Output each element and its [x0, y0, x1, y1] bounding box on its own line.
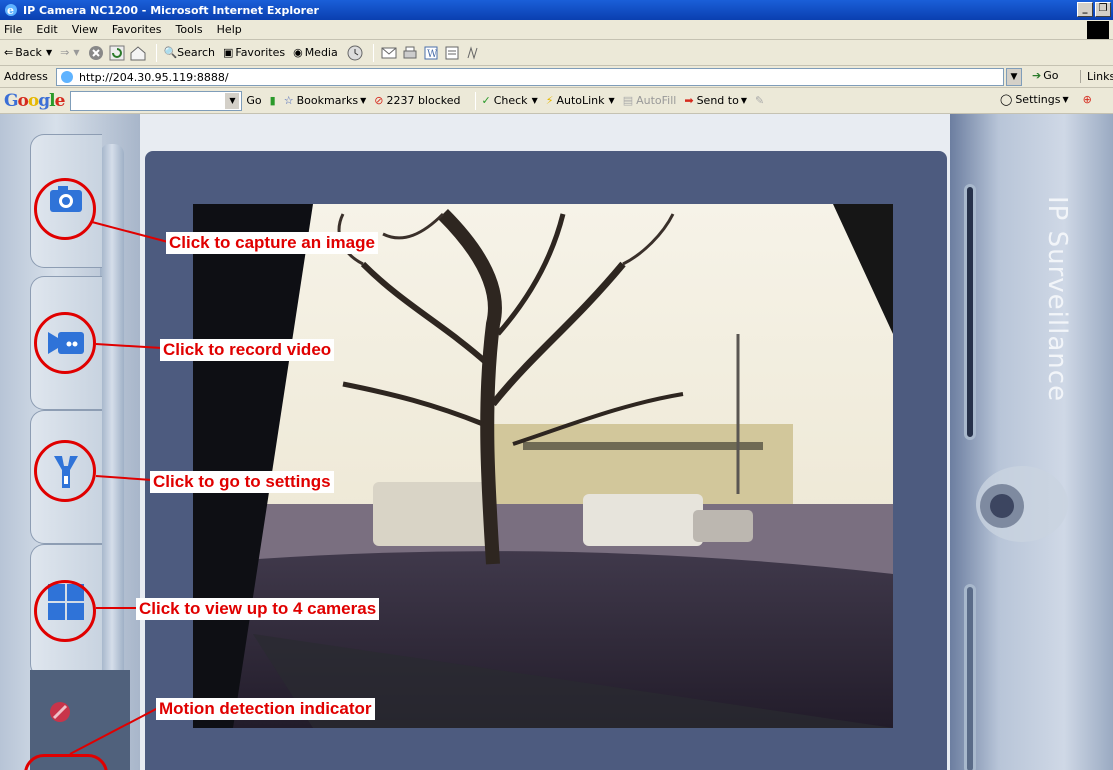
window-title: IP Camera NC1200 - Microsoft Internet Ex…: [23, 3, 319, 17]
autolink-label: AutoLink: [556, 94, 605, 107]
search-button[interactable]: 🔍 Search: [163, 46, 215, 59]
settings-button[interactable]: ◯ Settings ▼ ⊕: [1000, 93, 1092, 106]
autofill-icon: ▤: [622, 94, 634, 107]
pagerank-icon: ▮: [269, 94, 276, 107]
autolink-button[interactable]: ⚡ AutoLink ▼: [546, 94, 615, 107]
camera-web-app: IP Surveillance Click to capture an imag…: [0, 114, 1113, 770]
forward-button[interactable]: ⇒ ▼: [60, 46, 79, 59]
messenger-icon[interactable]: [464, 44, 482, 62]
home-icon[interactable]: [129, 44, 147, 62]
annotation-view4: Click to view up to 4 cameras: [136, 598, 380, 620]
autofill-label: AutoFill: [636, 94, 677, 107]
word-icon[interactable]: W: [422, 44, 440, 62]
history-icon[interactable]: [346, 44, 364, 62]
address-field[interactable]: http://204.30.95.119:8888/: [56, 68, 1004, 86]
back-label: Back: [15, 46, 42, 59]
autofill-button[interactable]: ▤ AutoFill: [623, 94, 677, 107]
ie-icon: e: [5, 4, 17, 17]
google-logo[interactable]: Google: [4, 91, 65, 111]
go-label: Go: [1043, 69, 1059, 82]
search-icon: 🔍: [163, 46, 178, 59]
standard-toolbar: ⇐ Back ▼ ⇒ ▼ 🔍 Search ▣ Favorites ◉ Media W: [0, 40, 1113, 66]
blocker-icon: ⊘: [374, 94, 384, 107]
address-url: http://204.30.95.119:8888/: [79, 70, 229, 84]
media-label: Media: [304, 46, 338, 59]
back-arrow-icon: ⇐: [4, 46, 14, 59]
camera-graphic-icon: [976, 466, 1068, 542]
check-label: Check: [493, 94, 528, 107]
stop-icon[interactable]: [87, 44, 105, 62]
right-slot-lower: [964, 584, 976, 770]
annotation-record: Click to record video: [160, 339, 335, 361]
restore-button[interactable]: ❐: [1095, 2, 1111, 17]
settings-icon: ◯: [1000, 93, 1013, 106]
spell-check-button[interactable]: ✓ Check ▼: [482, 94, 538, 107]
right-slot: [964, 184, 976, 440]
refresh-icon[interactable]: [108, 44, 126, 62]
window-title-bar: e IP Camera NC1200 - Microsoft Internet …: [0, 0, 1113, 20]
google-search-field[interactable]: ▼: [70, 90, 243, 111]
bookmarks-button[interactable]: ☆ Bookmarks ▼: [284, 94, 367, 107]
go-arrow-icon: ➔: [1032, 69, 1042, 82]
popup-blocker-button[interactable]: ⊘ 2237 blocked: [374, 94, 460, 107]
media-button[interactable]: ◉ Media: [293, 46, 338, 59]
favorites-label: Favorites: [235, 46, 286, 59]
menu-favorites[interactable]: Favorites: [112, 23, 162, 36]
favorites-icon: ▣: [222, 46, 234, 59]
favorites-button[interactable]: ▣ Favorites: [223, 46, 285, 59]
svg-text:W: W: [427, 49, 438, 60]
links-button[interactable]: Links: [1080, 70, 1113, 83]
menu-tools[interactable]: Tools: [176, 23, 203, 36]
send-to-label: Send to: [696, 94, 739, 107]
address-dropdown-button[interactable]: ▼: [1006, 68, 1022, 86]
spellcheck-icon: ✓: [481, 94, 491, 107]
page-icon: [61, 71, 73, 83]
back-button[interactable]: ⇐ Back ▼: [4, 46, 52, 59]
media-icon: ◉: [293, 46, 303, 59]
autolink-icon: ⚡: [545, 94, 554, 107]
annotation-settings: Click to go to settings: [150, 471, 334, 493]
print-icon[interactable]: [401, 44, 419, 62]
minimize-button[interactable]: _: [1077, 2, 1093, 17]
chevron-down-icon: ▼: [45, 48, 53, 57]
menu-help[interactable]: Help: [217, 23, 242, 36]
menu-bar: File Edit View Favorites Tools Help: [0, 20, 1113, 40]
brand-title: IP Surveillance: [1042, 196, 1072, 403]
svg-text:e: e: [7, 4, 14, 17]
menu-edit[interactable]: Edit: [36, 23, 57, 36]
annotation-lines: [69, 221, 169, 755]
annotation-capture: Click to capture an image: [166, 232, 378, 254]
send-to-button[interactable]: ➡ Send to ▼: [684, 94, 747, 107]
forward-arrow-icon: ⇒: [60, 46, 70, 59]
bookmarks-label: Bookmarks: [296, 94, 359, 107]
menu-view[interactable]: View: [72, 23, 98, 36]
menu-file[interactable]: File: [4, 23, 22, 36]
mail-icon[interactable]: [380, 44, 398, 62]
annotation-motion: Motion detection indicator: [156, 698, 375, 720]
google-go-label: Go: [246, 94, 262, 107]
star-icon: ☆: [283, 94, 294, 107]
send-to-icon: ➡: [684, 94, 694, 107]
blocked-count: 2237 blocked: [386, 94, 461, 107]
settings-label: Settings: [1015, 93, 1061, 106]
right-panel: IP Surveillance: [950, 114, 1113, 770]
search-label: Search: [177, 46, 215, 59]
discuss-icon[interactable]: [443, 44, 461, 62]
google-toolbar: Google ▼ Go ▮ ☆ Bookmarks ▼ ⊘ 2237 blocked …: [0, 88, 1113, 114]
google-go-button[interactable]: Go: [246, 94, 261, 107]
address-bar: Address http://204.30.95.119:8888/ ▼ ➔ G…: [0, 66, 1113, 88]
chevron-down-icon[interactable]: ▼: [225, 92, 240, 109]
translate-icon[interactable]: ⊕: [1083, 93, 1092, 106]
go-button[interactable]: ➔ Go: [1032, 69, 1058, 82]
windows-logo-icon: [1087, 21, 1109, 39]
highlighter-icon[interactable]: ✎: [755, 94, 764, 107]
address-label: Address: [4, 70, 48, 83]
